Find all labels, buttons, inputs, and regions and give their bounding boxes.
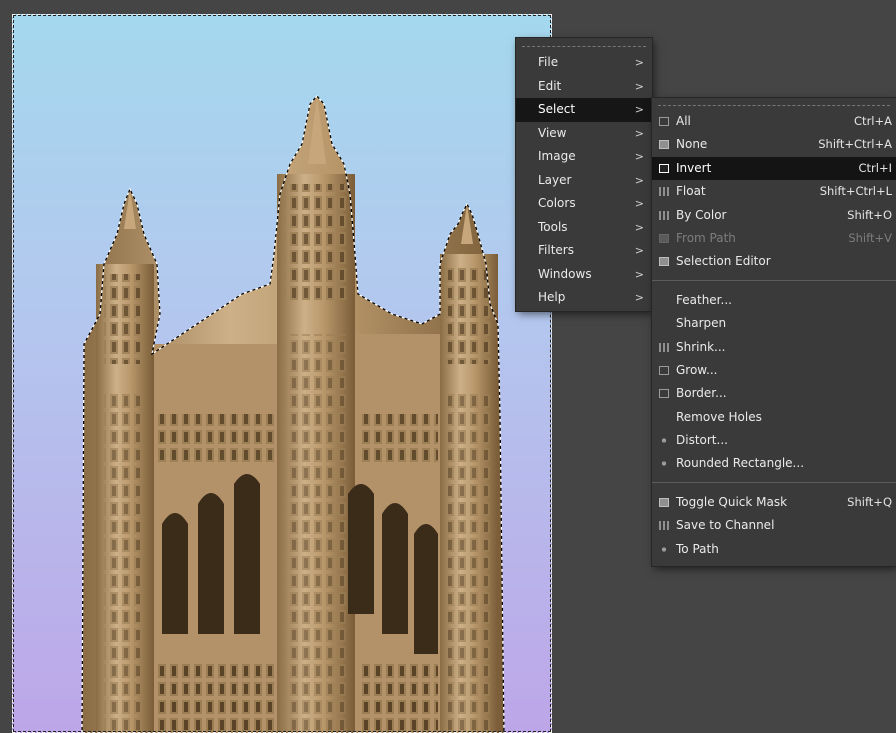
menu-item-label: Rounded Rectangle... [676,456,805,471]
menu-item-file[interactable]: File > [516,51,652,75]
select-menu-item-float[interactable]: Float Shift+Ctrl+L [652,180,896,203]
menu-item-shortcut: Shift+Ctrl+L [819,184,892,199]
select-menu-item-by-color[interactable]: By Color Shift+O [652,204,896,227]
select-submenu: All Ctrl+A None Shift+Ctrl+A Invert Ctrl+I Flo… [652,98,896,566]
menu-item-label: Colors [538,196,576,210]
menu-item-label: Remove Holes [676,409,762,424]
submenu-arrow-icon: > [634,267,644,281]
select-all-icon [659,117,669,126]
menu-item-label: From Path [676,230,736,245]
selection-editor-icon [659,257,669,267]
menu-item-colors[interactable]: Colors > [516,192,652,216]
menu-item-label: Feather... [676,292,732,307]
menu-item-label: Sharpen [676,316,727,331]
menu-item-label: Toggle Quick Mask [676,494,788,509]
image-canvas[interactable] [12,14,552,733]
menu-item-label: Border... [676,386,727,401]
border-icon [659,389,669,399]
select-menu-item-save-to-channel[interactable]: Save to Channel [652,514,896,537]
menu-item-edit[interactable]: Edit > [516,75,652,99]
menu-item-label: Distort... [676,433,728,448]
rounded-rectangle-icon [659,459,669,469]
menu-item-label: Grow... [676,362,718,377]
menu-item-shortcut: Shift+Q [847,494,892,509]
select-menu-item-to-path[interactable]: To Path [652,538,896,561]
menu-item-label: Layer [538,172,572,187]
submenu-arrow-icon: > [634,126,644,140]
menu-item-shortcut: Ctrl+A [854,114,892,128]
menu-item-label: Edit [538,78,562,93]
grow-icon [659,365,669,375]
submenu-arrow-icon: > [634,244,644,257]
submenu-tearoff-line[interactable] [658,98,890,106]
select-menu-item-toggle-quick-mask[interactable]: Toggle Quick Mask Shift+Q [652,491,896,514]
select-menu-item-none[interactable]: None Shift+Ctrl+A [652,133,896,156]
submenu-arrow-icon: > [634,150,644,163]
to-path-icon [659,544,669,554]
menu-item-windows[interactable]: Windows > [516,263,652,287]
menu-item-label: Select [538,102,576,116]
menu-item-label: Selection Editor [676,254,771,269]
submenu-arrow-icon: > [634,56,644,69]
submenu-arrow-icon: > [634,220,644,234]
select-menu-item-border[interactable]: Border... [652,382,896,405]
invert-selection-icon [659,163,669,173]
menu-item-label: Image [538,149,576,163]
menu-item-label: File [538,55,559,69]
submenu-arrow-icon: > [634,103,644,116]
select-menu-item-shrink[interactable]: Shrink... [652,336,896,359]
menu-item-view[interactable]: View > [516,122,652,146]
float-icon [659,187,669,197]
menu-item-label: Tools [538,219,568,234]
submenu-arrow-icon: > [634,173,644,187]
menu-separator [652,481,896,483]
menu-item-tools[interactable]: Tools > [516,216,652,240]
submenu-arrow-icon: > [634,79,644,93]
select-menu-item-sharpen[interactable]: Sharpen [652,312,896,335]
menu-item-label: Float [676,184,706,199]
menu-item-label: To Path [676,541,719,556]
distort-icon [659,436,669,446]
menu-item-shortcut: Shift+Ctrl+A [818,137,892,152]
menu-item-label: All [676,114,691,128]
menu-item-shortcut: Shift+O [847,207,892,222]
menu-item-label: None [676,137,708,152]
shrink-icon [659,342,669,352]
quick-mask-icon [659,497,669,507]
select-none-icon [659,140,669,150]
select-menu-item-distort[interactable]: Distort... [652,429,896,452]
menu-tearoff-line[interactable] [522,38,646,47]
menu-item-shortcut: Ctrl+I [858,160,893,175]
submenu-arrow-icon: > [634,197,644,210]
menu-item-label: Invert [676,160,712,175]
select-menu-item-selection-editor[interactable]: Selection Editor [652,250,896,273]
menu-item-label: Windows [538,266,592,281]
from-path-icon [659,233,669,243]
menu-item-help[interactable]: Help > [516,286,652,310]
tower-photo [81,95,505,733]
select-menu-item-grow[interactable]: Grow... [652,359,896,382]
menu-item-label: Help [538,290,566,304]
menu-item-select[interactable]: Select > [516,98,652,122]
by-color-icon [659,210,669,220]
menu-item-shortcut: Shift+V [848,230,892,245]
select-menu-item-feather[interactable]: Feather... [652,289,896,312]
menu-item-label: By Color [676,207,727,222]
select-menu-item-invert[interactable]: Invert Ctrl+I [652,156,896,181]
menu-item-label: View [538,125,567,140]
menu-item-label: Save to Channel [676,518,775,533]
select-menu-item-remove-holes[interactable]: Remove Holes [652,406,896,429]
menu-item-label: Shrink... [676,339,726,354]
select-menu-item-rounded-rectangle[interactable]: Rounded Rectangle... [652,452,896,475]
menu-separator [652,279,896,281]
select-menu-item-all[interactable]: All Ctrl+A [652,110,896,133]
menu-item-filters[interactable]: Filters > [516,239,652,263]
save-channel-icon [659,521,669,531]
menu-item-label: Filters [538,243,574,257]
image-context-menu: File > Edit > Select > View > Image > Layer > Colors… [516,38,652,311]
menu-item-layer[interactable]: Layer > [516,169,652,193]
select-menu-item-from-path: From Path Shift+V [652,227,896,250]
menu-item-image[interactable]: Image > [516,145,652,169]
submenu-arrow-icon: > [634,291,644,304]
